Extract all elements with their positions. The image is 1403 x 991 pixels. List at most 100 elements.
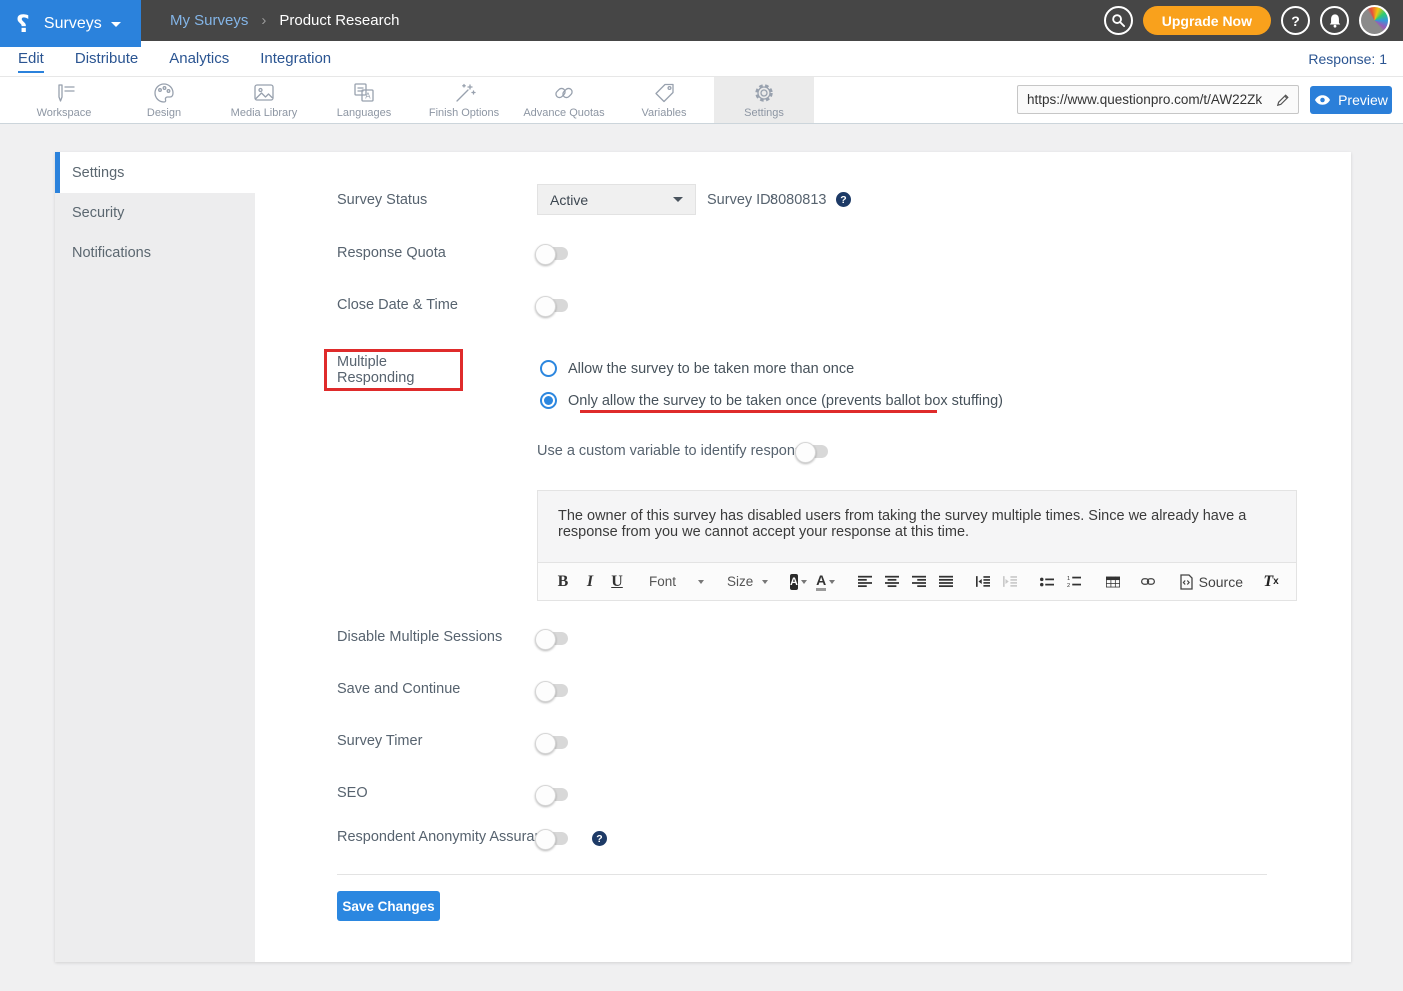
respondent-anonymity-toggle[interactable]	[537, 832, 568, 845]
chevron-down-icon	[698, 580, 704, 584]
align-left-icon	[858, 575, 872, 588]
seo-toggle[interactable]	[537, 788, 568, 801]
help-button[interactable]: ?	[1281, 6, 1310, 35]
close-date-time-toggle[interactable]	[537, 299, 568, 312]
product-label: Surveys	[44, 15, 102, 33]
take-once-underline-annotation	[580, 410, 937, 413]
insert-table-button[interactable]	[1106, 570, 1120, 594]
questionpro-logo-icon: ?	[16, 10, 30, 38]
justify-icon	[939, 575, 953, 588]
user-avatar[interactable]	[1359, 5, 1390, 36]
toolbar-item-media-library[interactable]: Media Library	[214, 77, 314, 123]
multiple-responding-label: Multiple Responding	[337, 354, 460, 386]
settings-panel-card: Settings Security Notifications Survey S…	[55, 152, 1351, 962]
tab-analytics[interactable]: Analytics	[169, 50, 229, 67]
product-switcher[interactable]: ? Surveys	[0, 0, 141, 47]
breadcrumb-my-surveys[interactable]: My Surveys	[170, 12, 248, 29]
question-mark-icon: ?	[1291, 13, 1300, 29]
bold-button[interactable]: B	[556, 570, 570, 594]
finish-options-wand-icon	[451, 81, 477, 105]
response-quota-label: Response Quota	[337, 245, 446, 261]
italic-button[interactable]: I	[583, 570, 597, 594]
text-color-button[interactable]: A	[819, 570, 833, 594]
text-color-icon: A	[816, 573, 826, 591]
toolbar-item-variables[interactable]: Variables	[614, 77, 714, 123]
radio-selected-icon[interactable]	[540, 392, 557, 409]
justify-button[interactable]	[939, 570, 953, 594]
multiple-responding-highlight-annotation: Multiple Responding	[324, 349, 463, 391]
header-actions: Upgrade Now ?	[1104, 0, 1390, 41]
tab-distribute[interactable]: Distribute	[75, 50, 138, 67]
tab-edit[interactable]: Edit	[18, 50, 44, 67]
search-button[interactable]	[1104, 6, 1133, 35]
toolbar-item-settings[interactable]: Settings	[714, 77, 814, 123]
tab-integration[interactable]: Integration	[260, 50, 331, 67]
seo-label: SEO	[337, 785, 368, 801]
svg-text:2: 2	[1067, 583, 1070, 588]
radio-option-multiple-allowed[interactable]: Allow the survey to be taken more than o…	[540, 360, 854, 377]
background-color-icon: A	[790, 574, 798, 590]
svg-text:1: 1	[1067, 576, 1070, 582]
save-and-continue-label: Save and Continue	[337, 681, 460, 697]
form-divider	[337, 874, 1267, 875]
survey-id-help-button[interactable]: ?	[836, 192, 851, 207]
respondent-anonymity-help-button[interactable]: ?	[592, 831, 607, 846]
notifications-button[interactable]	[1320, 6, 1349, 35]
numbered-list-button[interactable]: 1 2	[1067, 570, 1081, 594]
radio-option-take-once[interactable]: Only allow the survey to be taken once (…	[540, 392, 1003, 409]
sidebar-item-notifications[interactable]: Notifications	[55, 233, 255, 273]
align-left-button[interactable]	[858, 570, 872, 594]
media-library-icon	[251, 81, 277, 105]
design-palette-icon	[152, 81, 176, 105]
toolbar-item-finish-options[interactable]: Finish Options	[414, 77, 514, 123]
underline-button[interactable]: U	[610, 570, 624, 594]
preview-button[interactable]: Preview	[1310, 86, 1392, 114]
bell-icon	[1328, 13, 1342, 28]
disabled-message-editor: The owner of this survey has disabled us…	[537, 490, 1297, 601]
response-quota-toggle[interactable]	[537, 247, 568, 260]
sidebar-item-security[interactable]: Security	[55, 193, 255, 233]
custom-variable-toggle[interactable]	[797, 445, 828, 458]
survey-url-input[interactable]	[1018, 92, 1268, 107]
increase-indent-icon	[976, 575, 990, 588]
breadcrumb-separator-icon: ›	[261, 12, 266, 29]
increase-indent-button[interactable]	[976, 570, 990, 594]
sidebar-item-settings[interactable]: Settings	[55, 152, 255, 193]
survey-timer-toggle[interactable]	[537, 736, 568, 749]
toolbar-item-advance-quotas[interactable]: Advance Quotas	[514, 77, 614, 123]
bulleted-list-button[interactable]	[1040, 570, 1054, 594]
source-button[interactable]: Source	[1180, 574, 1243, 590]
survey-id-label: Survey ID:	[707, 192, 775, 208]
edit-url-button[interactable]	[1268, 86, 1298, 113]
chevron-down-icon	[762, 580, 768, 584]
pencil-icon	[1276, 93, 1290, 107]
toolbar-item-workspace[interactable]: Workspace	[14, 77, 114, 123]
link-icon	[1141, 576, 1155, 587]
font-dropdown[interactable]: Font	[649, 574, 704, 589]
variables-tag-icon	[651, 81, 677, 105]
background-color-button[interactable]: A	[791, 570, 805, 594]
disabled-message-text[interactable]: The owner of this survey has disabled us…	[537, 490, 1297, 562]
toolbar-item-languages[interactable]: A Languages	[314, 77, 414, 123]
remove-format-button[interactable]: Tx	[1264, 570, 1278, 594]
workspace-icon	[51, 81, 77, 105]
upgrade-now-button[interactable]: Upgrade Now	[1143, 6, 1271, 35]
eye-icon	[1314, 94, 1331, 106]
align-center-button[interactable]	[885, 570, 899, 594]
survey-status-select[interactable]: Active	[537, 184, 696, 215]
align-right-button[interactable]	[912, 570, 926, 594]
size-dropdown[interactable]: Size	[727, 574, 768, 589]
radio-unselected-icon[interactable]	[540, 360, 557, 377]
survey-id-value: 8080813	[770, 192, 826, 208]
response-count[interactable]: Response: 1	[1308, 41, 1387, 77]
save-changes-button[interactable]: Save Changes	[337, 891, 440, 921]
edit-toolbar-ribbon: Workspace Design Media Library	[0, 77, 1403, 124]
save-and-continue-toggle[interactable]	[537, 684, 568, 697]
svg-text:A: A	[365, 92, 371, 101]
survey-timer-label: Survey Timer	[337, 733, 422, 749]
decrease-indent-button[interactable]	[1003, 570, 1017, 594]
toolbar-item-design[interactable]: Design	[114, 77, 214, 123]
insert-link-button[interactable]	[1141, 570, 1155, 594]
settings-gear-icon	[752, 81, 776, 105]
disable-multiple-sessions-toggle[interactable]	[537, 632, 568, 645]
